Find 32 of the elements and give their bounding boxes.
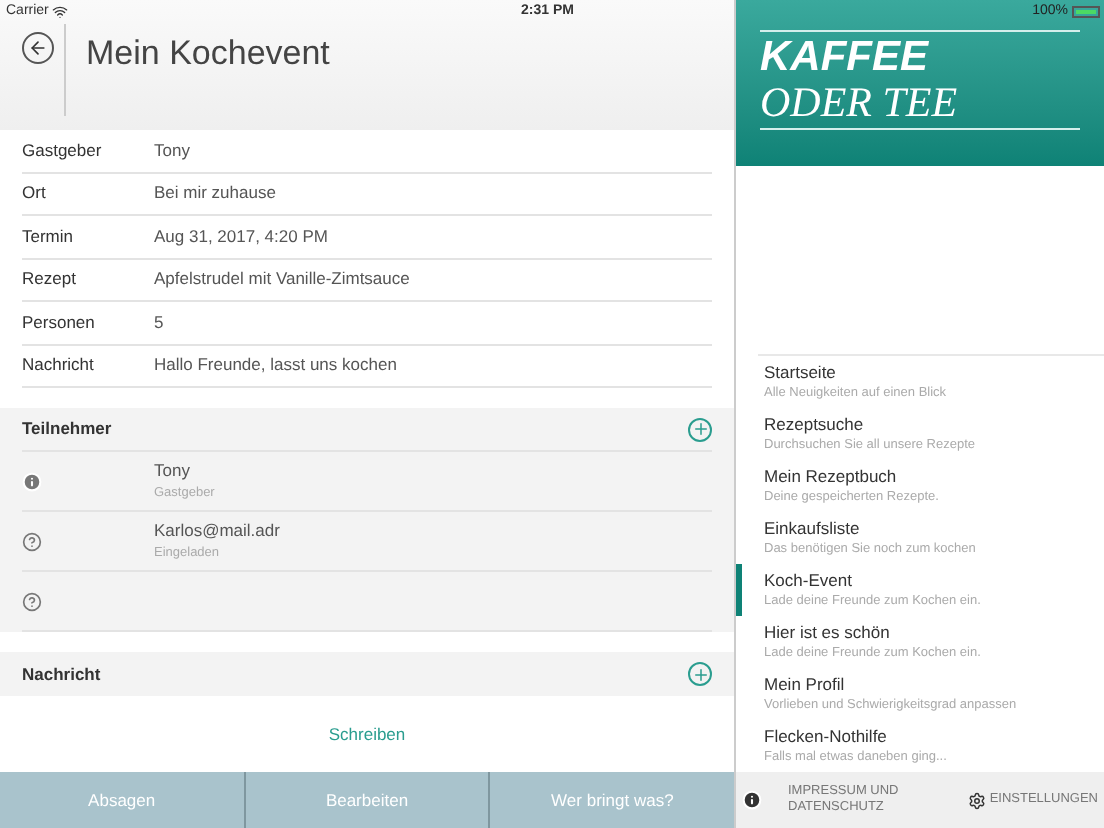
detail-label: Nachricht (22, 352, 96, 379)
detail-value: Aug 31, 2017, 4:20 PM (154, 223, 328, 250)
detail-value: Bei mir zuhause (154, 180, 276, 207)
page-title: Mein Kochevent (86, 32, 330, 76)
help-icon (22, 531, 42, 551)
detail-label: Termin (22, 223, 76, 250)
detail-label: Rezept (22, 266, 78, 293)
detail-value: Tony (154, 137, 190, 164)
detail-value: 5 (154, 309, 164, 336)
wifi-icon (52, 4, 69, 20)
plus-icon (691, 420, 709, 438)
detail-value: Hallo Freunde, lasst uns kochen (154, 352, 397, 379)
detail-value: Apfelstrudel mit Vanille-Zimtsauce (154, 266, 410, 293)
participant-name: Tony (154, 458, 192, 484)
settings-icon (967, 791, 986, 809)
section-title: Teilnehmer (22, 416, 112, 442)
logo-text: ODER TEE (760, 80, 960, 124)
add-button[interactable] (688, 662, 712, 686)
detail-label: Personen (22, 309, 97, 336)
back-button[interactable] (22, 32, 54, 64)
participant-name: Karlos@mail.adr (154, 518, 280, 544)
info-icon (22, 471, 42, 491)
back-arrow-icon (28, 38, 48, 58)
detail-label: Ort (22, 180, 48, 207)
plus-icon (691, 665, 709, 683)
info-icon (742, 790, 762, 810)
detail-label: Gastgeber (22, 137, 104, 164)
add-button[interactable] (688, 417, 712, 441)
section-title: Nachricht (22, 661, 101, 687)
battery-icon (1072, 6, 1100, 18)
logo-text: KAFFEE (760, 36, 931, 80)
help-icon (22, 591, 42, 611)
